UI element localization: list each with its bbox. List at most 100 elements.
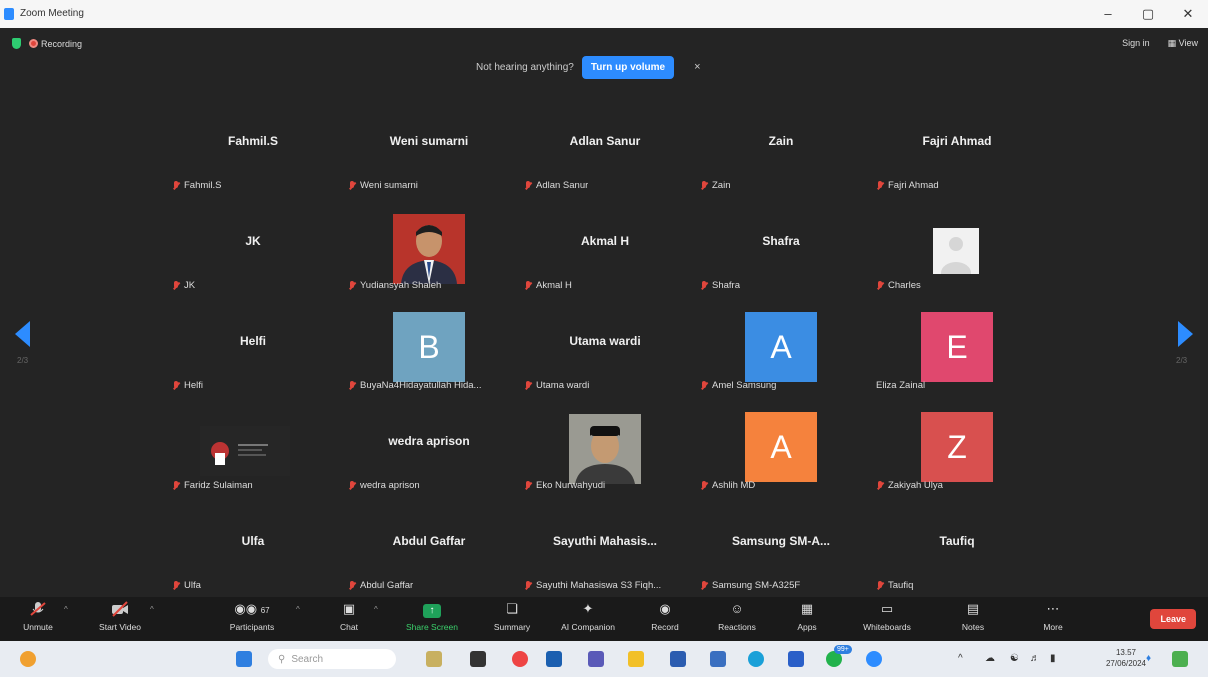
participant-photo-avatar bbox=[393, 214, 465, 284]
weather-widget-icon[interactable] bbox=[20, 651, 36, 667]
participant-display-name: wedra aprison bbox=[388, 434, 470, 448]
sign-in-link[interactable]: Sign in bbox=[1122, 38, 1150, 49]
participants-chevron-icon[interactable]: ^ bbox=[296, 605, 300, 614]
share-screen-button[interactable]: ↑ Share Screen bbox=[392, 601, 472, 632]
volume-icon[interactable]: ♬ bbox=[1030, 653, 1040, 664]
participant-name: Zain bbox=[712, 180, 731, 191]
participant-tile[interactable]: A Ashlih MD bbox=[696, 412, 866, 516]
meeting-gallery: Recording Sign in ▦ View Not hearing any… bbox=[0, 28, 1208, 597]
dropbox-icon[interactable] bbox=[546, 651, 562, 667]
participant-tile[interactable]: Ulfa Ulfa bbox=[168, 516, 338, 597]
participant-tile[interactable]: Samsung SM-A... Samsung SM-A325F bbox=[696, 516, 866, 597]
copilot-icon[interactable] bbox=[1172, 651, 1188, 667]
teams-icon[interactable] bbox=[588, 651, 604, 667]
leave-button[interactable]: Leave bbox=[1150, 609, 1196, 629]
participant-tile[interactable]: wedra aprison wedra aprison bbox=[344, 416, 514, 516]
participant-name-label: JK bbox=[172, 280, 195, 291]
edge-icon[interactable] bbox=[748, 651, 764, 667]
minimize-button[interactable]: – bbox=[1098, 6, 1118, 21]
notification-badge: 99+ bbox=[834, 645, 852, 654]
apps-button[interactable]: ▦ Apps bbox=[767, 601, 847, 632]
mic-muted-icon bbox=[172, 480, 180, 491]
recording-indicator: Recording bbox=[29, 39, 82, 49]
onedrive-icon[interactable]: ☁ bbox=[985, 653, 995, 664]
participant-tile[interactable]: Sayuthi Mahasis... Sayuthi Mahasiswa S3 … bbox=[520, 516, 690, 597]
person-portrait-icon bbox=[393, 214, 465, 284]
participant-tile[interactable]: JK JK bbox=[168, 216, 338, 316]
participant-name-label: Utama wardi bbox=[524, 380, 589, 391]
participant-tile[interactable]: Eko Nurwahyudi bbox=[520, 414, 690, 516]
participant-tile[interactable]: E Eliza Zainal bbox=[872, 312, 1042, 416]
video-options-chevron-icon[interactable]: ^ bbox=[150, 605, 154, 614]
participant-name: Eliza Zainal bbox=[876, 380, 926, 391]
participant-name: wedra aprison bbox=[360, 480, 420, 491]
participant-name-label: Samsung SM-A325F bbox=[700, 580, 800, 591]
view-button[interactable]: ▦ View bbox=[1168, 38, 1198, 49]
participant-tile[interactable]: Adlan Sanur Adlan Sanur bbox=[520, 116, 690, 216]
chrome-icon[interactable] bbox=[512, 651, 528, 667]
close-window-button[interactable]: ✕ bbox=[1178, 6, 1198, 22]
participants-button[interactable]: ◉◉ 67 Participants bbox=[212, 601, 292, 632]
store-icon[interactable] bbox=[710, 651, 726, 667]
reactions-button[interactable]: ☺ Reactions bbox=[697, 601, 777, 632]
participant-name: Sayuthi Mahasiswa S3 Fiqh... bbox=[536, 580, 662, 591]
participant-tile[interactable]: Z Zakiyah Ulya bbox=[872, 412, 1042, 516]
participant-tile[interactable]: Fajri Ahmad Fajri Ahmad bbox=[872, 116, 1042, 216]
turn-up-volume-button[interactable]: Turn up volume bbox=[581, 55, 675, 79]
notes-button[interactable]: ▤ Notes bbox=[933, 601, 1013, 632]
participant-name-label: Amel Samsung bbox=[700, 380, 776, 391]
letter-avatar: A bbox=[745, 312, 817, 382]
participant-display-name: Sayuthi Mahasis... bbox=[552, 534, 658, 548]
word-icon[interactable] bbox=[670, 651, 686, 667]
participant-tile[interactable]: Faridz Sulaiman bbox=[168, 416, 338, 516]
chat-chevron-icon[interactable]: ^ bbox=[374, 605, 378, 614]
windows-start-icon[interactable] bbox=[236, 651, 252, 667]
participant-tile[interactable]: Fahmil.S Fahmil.S bbox=[168, 116, 338, 216]
participant-tile[interactable]: Zain Zain bbox=[696, 116, 866, 216]
security-shield-icon[interactable] bbox=[12, 38, 21, 49]
battery-icon[interactable]: ▮ bbox=[1050, 653, 1056, 664]
banner-close-icon[interactable]: × bbox=[694, 61, 700, 73]
participant-tile[interactable]: Helfi Helfi bbox=[168, 316, 338, 416]
taskbar-search-input[interactable]: ⚲ Search bbox=[268, 649, 396, 669]
participant-tile[interactable]: Abdul Gaffar Abdul Gaffar bbox=[344, 516, 514, 597]
grid-view-icon: ▦ bbox=[1167, 38, 1179, 48]
summary-button[interactable]: ❏ Summary bbox=[472, 601, 552, 632]
participant-display-name: Fajri Ahmad bbox=[922, 134, 992, 148]
zoom-taskbar-icon[interactable] bbox=[866, 651, 882, 667]
letter-avatar: A bbox=[745, 412, 817, 482]
meeting-toolbar: Unmute ^ Start Video ^ ◉◉ 67 Participant… bbox=[0, 597, 1208, 641]
participant-display-name: Abdul Gaffar bbox=[392, 534, 466, 548]
start-video-button[interactable]: Start Video bbox=[80, 601, 160, 632]
participant-tile[interactable]: Taufiq Taufiq bbox=[872, 516, 1042, 597]
participant-tile[interactable]: A Amel Samsung bbox=[696, 312, 866, 416]
next-page-arrow-icon[interactable] bbox=[1178, 321, 1193, 347]
previous-page-arrow-icon[interactable] bbox=[15, 321, 30, 347]
file-explorer-icon[interactable] bbox=[628, 651, 644, 667]
whiteboards-label: Whiteboards bbox=[863, 622, 911, 632]
whiteboards-button[interactable]: ▭ Whiteboards bbox=[847, 601, 927, 632]
participant-name-label: Shafra bbox=[700, 280, 740, 291]
taskbar-clock[interactable]: 13.57 27/06/2024 bbox=[1106, 647, 1146, 669]
ai-companion-button[interactable]: ✦ AI Companion bbox=[548, 601, 628, 632]
participant-tile[interactable]: Akmal H Akmal H bbox=[520, 216, 690, 316]
participant-tile[interactable]: Utama wardi Utama wardi bbox=[520, 316, 690, 416]
defender-icon[interactable] bbox=[788, 651, 804, 667]
participant-tile[interactable]: Weni sumarni Weni sumarni bbox=[344, 116, 514, 216]
participant-tile[interactable]: Yudiansyah Shaleh bbox=[344, 214, 514, 316]
participant-name-label: Ashlih MD bbox=[700, 480, 755, 491]
participant-tile[interactable]: Shafra Shafra bbox=[696, 216, 866, 316]
maximize-button[interactable]: ▢ bbox=[1138, 6, 1158, 22]
notification-bell-icon[interactable]: ♦ bbox=[1146, 653, 1151, 664]
audio-options-chevron-icon[interactable]: ^ bbox=[64, 605, 68, 614]
record-button[interactable]: ◉ Record bbox=[625, 601, 705, 632]
wifi-icon[interactable]: ☯ bbox=[1010, 653, 1019, 664]
desert-widget-icon[interactable] bbox=[426, 651, 442, 667]
participant-tile[interactable]: Charles bbox=[872, 216, 1042, 316]
participant-tile[interactable]: B BuyaNa4Hidayatullah Hida... bbox=[344, 312, 514, 416]
participant-name: Shafra bbox=[712, 280, 740, 291]
participant-name: Fahmil.S bbox=[184, 180, 222, 191]
taskview-icon[interactable] bbox=[470, 651, 486, 667]
more-button[interactable]: ⋯ More bbox=[1013, 601, 1093, 632]
tray-chevron-icon[interactable]: ^ bbox=[958, 653, 963, 664]
